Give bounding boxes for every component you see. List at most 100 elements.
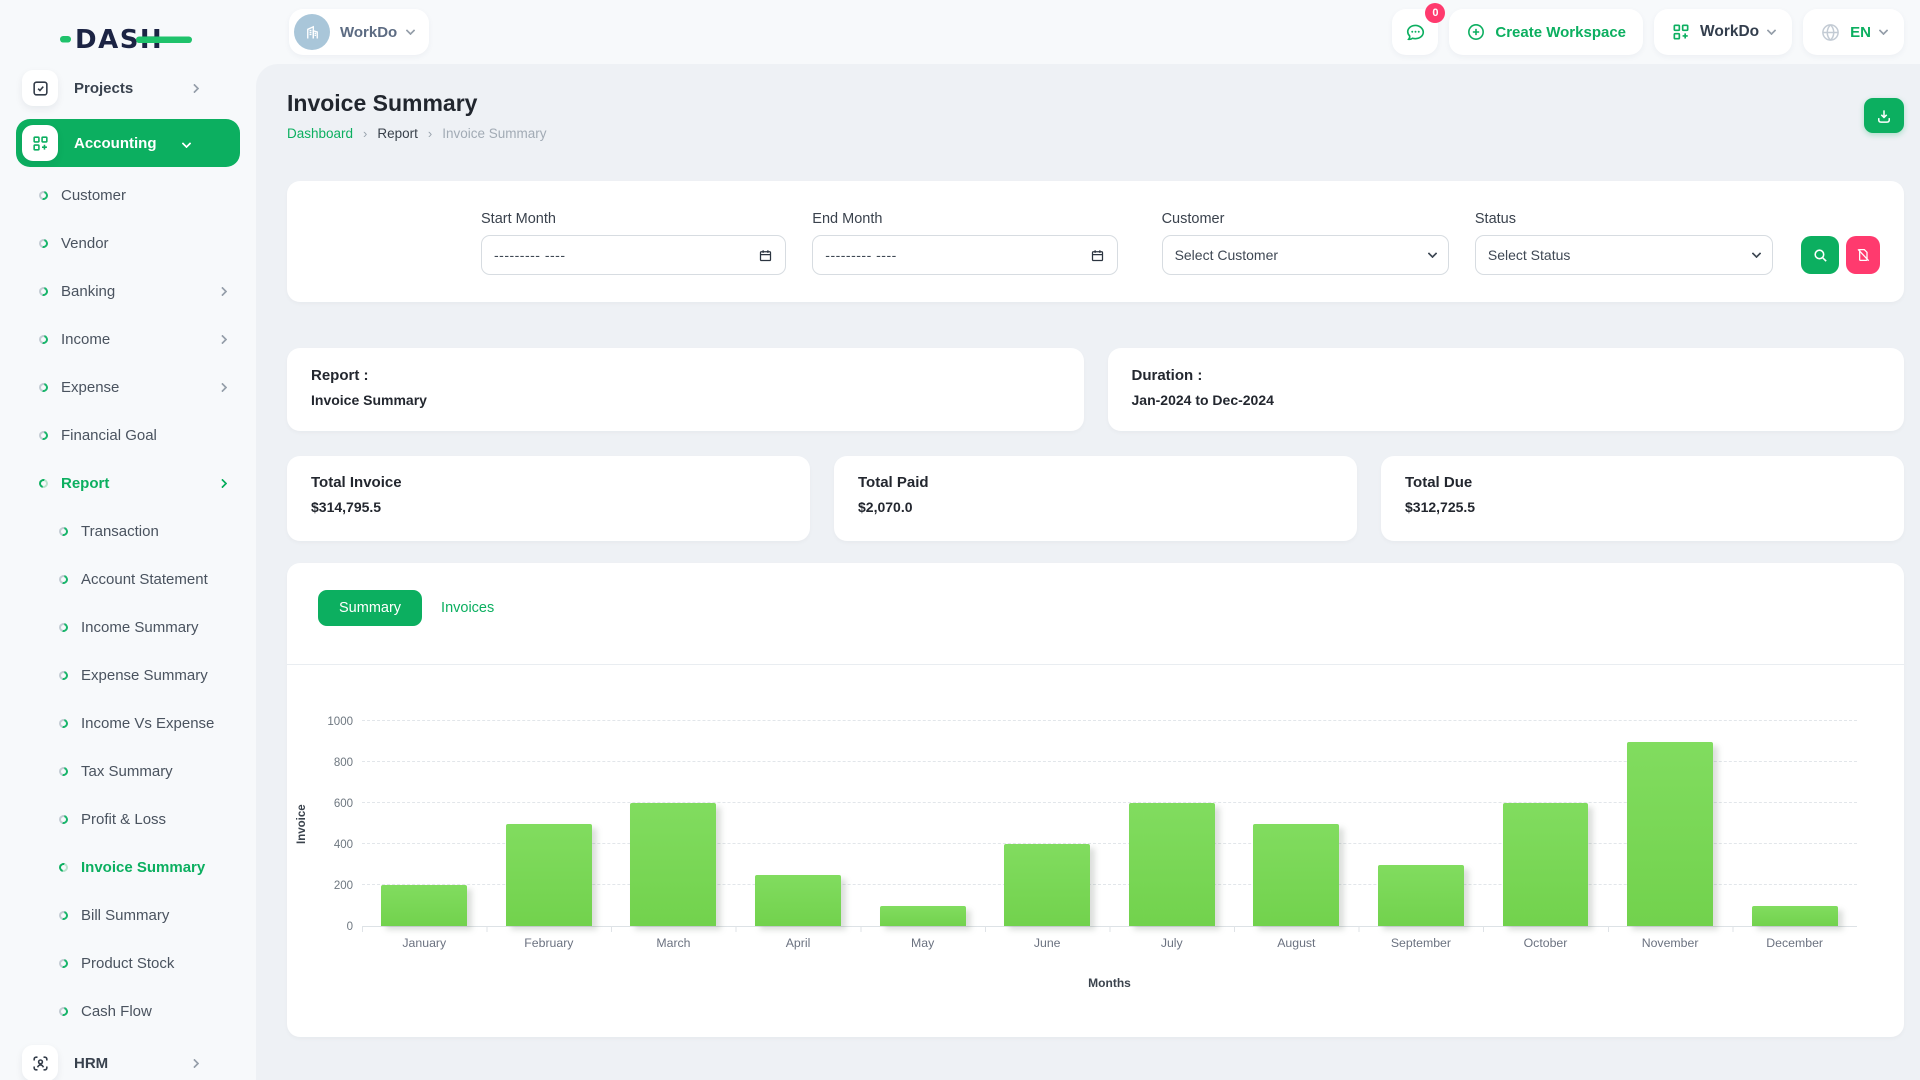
bar-slot-april (736, 722, 861, 926)
end-month-value: --------- ---- (825, 247, 897, 263)
bullet-ring-icon (37, 189, 49, 201)
sidebar-item-customer[interactable]: Customer (0, 171, 256, 219)
sidebar-item-hrm[interactable]: HRM (0, 1039, 256, 1080)
end-month-label: End Month (812, 211, 1117, 227)
bullet-ring-icon (37, 333, 49, 345)
breadcrumb-separator: › (363, 126, 367, 141)
bar-slot-december (1732, 722, 1857, 926)
total-due-card: Total Due $312,725.5 (1381, 456, 1904, 541)
x-tick-label-june: June (985, 936, 1110, 950)
sidebar-item-label: Bill Summary (81, 907, 169, 924)
bullet-ring-icon (57, 813, 69, 825)
x-axis-labels: JanuaryFebruaryMarchAprilMayJuneJulyAugu… (362, 936, 1857, 950)
sidebar-item-profit-loss[interactable]: Profit & Loss (0, 795, 256, 843)
bar-chart: Invoice 02004006008001000 (287, 722, 1904, 927)
messages-button[interactable]: 0 (1392, 9, 1438, 55)
x-tick-label-december: December (1732, 936, 1857, 950)
apply-filter-button[interactable] (1801, 236, 1839, 274)
sidebar-item-label: Transaction (81, 523, 159, 540)
reset-filter-button[interactable] (1846, 236, 1880, 274)
breadcrumb-dashboard-link[interactable]: Dashboard (287, 126, 353, 141)
sidebar-item-transaction[interactable]: Transaction (0, 507, 256, 555)
sidebar-item-vendor[interactable]: Vendor (0, 219, 256, 267)
x-tick-label-july: July (1109, 936, 1234, 950)
sidebar-item-report[interactable]: Report (0, 459, 256, 507)
start-month-input[interactable]: --------- ---- (481, 235, 786, 275)
y-tick-label: 1000 (327, 716, 353, 728)
app-logo: DASH (0, 14, 256, 64)
bullet-ring-icon (57, 765, 69, 777)
tab-invoices[interactable]: Invoices (441, 600, 494, 616)
sidebar-item-expense-summary[interactable]: Expense Summary (0, 651, 256, 699)
sidebar-item-projects[interactable]: Projects (0, 64, 256, 112)
sidebar-item-product-stock[interactable]: Product Stock (0, 939, 256, 987)
x-tick-label-january: January (362, 936, 487, 950)
y-axis-title: Invoice (287, 722, 317, 927)
chevron-down-icon (1427, 249, 1437, 259)
customer-select[interactable]: Select Customer (1162, 235, 1449, 275)
sidebar-item-label: HRM (74, 1055, 191, 1072)
app-menu-dropdown[interactable]: WorkDo (1654, 9, 1792, 55)
bar-march (630, 803, 716, 926)
x-axis-title: Months (362, 976, 1857, 990)
sidebar-item-label: Product Stock (81, 955, 174, 972)
bar-slot-october (1483, 722, 1608, 926)
sidebar-item-accounting[interactable]: Accounting (16, 119, 240, 167)
bar-february (506, 824, 592, 927)
y-tick-label: 400 (334, 839, 353, 851)
breadcrumb: Dashboard › Report › Invoice Summary (287, 126, 547, 141)
bullet-ring-icon (57, 669, 69, 681)
sidebar-item-cash-flow[interactable]: Cash Flow (0, 987, 256, 1035)
y-tick-label: 600 (334, 798, 353, 810)
language-dropdown[interactable]: EN (1803, 9, 1904, 55)
chevron-right-icon (191, 1054, 198, 1072)
sidebar-item-label: Tax Summary (81, 763, 173, 780)
total-paid-label: Total Paid (858, 474, 1333, 491)
end-month-input[interactable]: --------- ---- (812, 235, 1117, 275)
language-label: EN (1850, 24, 1871, 41)
main-content: Invoice Summary Dashboard › Report › Inv… (256, 64, 1920, 1080)
notification-badge: 0 (1425, 3, 1445, 23)
sidebar-item-label: Income (61, 331, 110, 348)
sidebar-item-tax-summary[interactable]: Tax Summary (0, 747, 256, 795)
sidebar-item-invoice-summary[interactable]: Invoice Summary (0, 843, 256, 891)
chart-bars (362, 722, 1857, 926)
start-month-label: Start Month (481, 211, 786, 227)
sidebar-item-account-statement[interactable]: Account Statement (0, 555, 256, 603)
workspace-switcher[interactable]: WorkDo (289, 9, 429, 55)
sidebar-item-income-summary[interactable]: Income Summary (0, 603, 256, 651)
tab-summary[interactable]: Summary (318, 590, 422, 626)
breadcrumb-report-link[interactable]: Report (377, 126, 418, 141)
summary-chart-card: Summary Invoices Invoice 020040060080010… (287, 563, 1904, 1037)
x-tick-label-april: April (736, 936, 861, 950)
sidebar-item-income-vs-expense[interactable]: Income Vs Expense (0, 699, 256, 747)
sidebar-item-income[interactable]: Income (0, 315, 256, 363)
status-selected-value: Select Status (1488, 247, 1571, 263)
bar-april (755, 875, 841, 926)
bullet-ring-icon (57, 621, 69, 633)
sidebar-item-banking[interactable]: Banking (0, 267, 256, 315)
sidebar-item-label: Vendor (61, 235, 109, 252)
bullet-ring-icon (37, 237, 49, 249)
sidebar-item-label: Cash Flow (81, 1003, 152, 1020)
status-select[interactable]: Select Status (1475, 235, 1773, 275)
building-icon (303, 23, 322, 42)
start-month-field: Start Month --------- ---- (481, 211, 786, 275)
hrm-user-focus-icon (22, 1045, 58, 1080)
bar-slot-june (985, 722, 1110, 926)
calendar-icon (758, 248, 773, 263)
sidebar-item-bill-summary[interactable]: Bill Summary (0, 891, 256, 939)
sidebar-item-label: Financial Goal (61, 427, 157, 444)
bullet-ring-icon (57, 957, 69, 969)
tabs-divider (287, 664, 1904, 665)
sidebar-item-financial-goal[interactable]: Financial Goal (0, 411, 256, 459)
total-invoice-card: Total Invoice $314,795.5 (287, 456, 810, 541)
download-report-button[interactable] (1864, 98, 1904, 133)
chevron-down-icon (1879, 26, 1889, 36)
totals-row: Total Invoice $314,795.5 Total Paid $2,0… (287, 456, 1904, 541)
breadcrumb-current: Invoice Summary (442, 126, 546, 141)
sidebar-item-expense[interactable]: Expense (0, 363, 256, 411)
create-workspace-button[interactable]: Create Workspace (1449, 9, 1643, 55)
end-month-field: End Month --------- ---- (812, 211, 1117, 275)
bar-january (381, 885, 467, 926)
